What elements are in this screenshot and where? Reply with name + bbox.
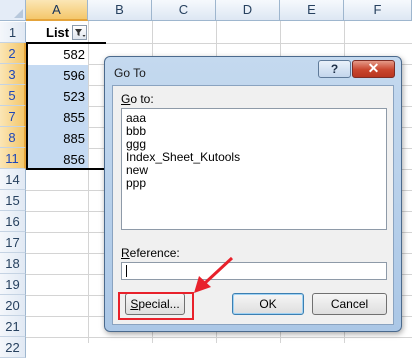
goto-label-text: o to: [130, 92, 154, 106]
row-header-18[interactable]: 18 [0, 253, 26, 274]
row-header-19[interactable]: 19 [0, 274, 26, 295]
cell-value: 885 [63, 131, 85, 146]
reference-input[interactable] [121, 262, 387, 280]
dialog-title: Go To [114, 66, 146, 80]
select-all-triangle [14, 9, 23, 18]
text-cursor [126, 265, 127, 277]
column-header-f[interactable]: F [344, 0, 412, 21]
reference-label: Reference: [121, 246, 180, 260]
list-item[interactable]: new [126, 164, 148, 176]
row-header-16[interactable]: 16 [0, 211, 26, 232]
row-header-21[interactable]: 21 [0, 316, 26, 337]
cell-value: 582 [63, 47, 85, 62]
row-header-1[interactable]: 1 [0, 22, 26, 43]
column-header-b[interactable]: B [88, 0, 152, 21]
range-border-left [26, 43, 28, 169]
row-header-11[interactable]: 11 [0, 148, 26, 169]
goto-listbox[interactable]: aaa bbb ggg Index_Sheet_Kutools new ppp [121, 108, 387, 230]
column-header-d[interactable]: D [216, 0, 280, 21]
cell-value: 523 [63, 89, 85, 104]
row-header-3[interactable]: 3 [0, 64, 26, 85]
row-header-15[interactable]: 15 [0, 190, 26, 211]
row-header-7[interactable]: 7 [0, 106, 26, 127]
cell-value: 596 [63, 68, 85, 83]
list-item[interactable]: ppp [126, 177, 146, 189]
ok-button[interactable]: OK [232, 293, 304, 315]
row-header-20[interactable]: 20 [0, 295, 26, 316]
close-button[interactable]: ✕ [352, 60, 395, 78]
filter-dropdown-button[interactable] [72, 25, 87, 40]
goto-dialog: Go To ? ✕ Go to: aaa bbb ggg Index_Sheet… [104, 56, 402, 332]
help-button[interactable]: ? [318, 60, 351, 78]
reference-label-mnemonic: R [121, 246, 130, 260]
gridline [26, 337, 412, 338]
cell-value: 855 [63, 110, 85, 125]
dialog-body: Go to: aaa bbb ggg Index_Sheet_Kutools n… [112, 85, 394, 325]
column-header-a[interactable]: A [26, 0, 88, 21]
cancel-button[interactable]: Cancel [312, 293, 387, 315]
row-header-2[interactable]: 2 [0, 43, 26, 64]
list-item[interactable]: Index_Sheet_Kutools [126, 151, 240, 163]
column-header-c[interactable]: C [152, 0, 216, 21]
list-item[interactable]: bbb [126, 125, 146, 137]
row-header-22[interactable]: 22 [0, 337, 26, 358]
list-item[interactable]: ggg [126, 138, 146, 150]
range-border-bottom [26, 168, 106, 170]
row-header-14[interactable]: 14 [0, 169, 26, 190]
annotation-highlight-box [118, 292, 194, 320]
row-header-5[interactable]: 5 [0, 85, 26, 106]
column-header-e[interactable]: E [280, 0, 344, 21]
row-header-8[interactable]: 8 [0, 127, 26, 148]
goto-label-mnemonic: G [121, 92, 131, 106]
list-item[interactable]: aaa [126, 112, 146, 124]
select-all-corner[interactable] [0, 0, 26, 21]
active-cell-border [26, 43, 88, 44]
goto-label: Go to: [121, 92, 154, 106]
reference-label-text: eference: [129, 246, 180, 260]
filter-icon [75, 29, 86, 37]
cell-value: 856 [63, 152, 85, 167]
row-header-17[interactable]: 17 [0, 232, 26, 253]
list-header-label: List [46, 25, 70, 40]
